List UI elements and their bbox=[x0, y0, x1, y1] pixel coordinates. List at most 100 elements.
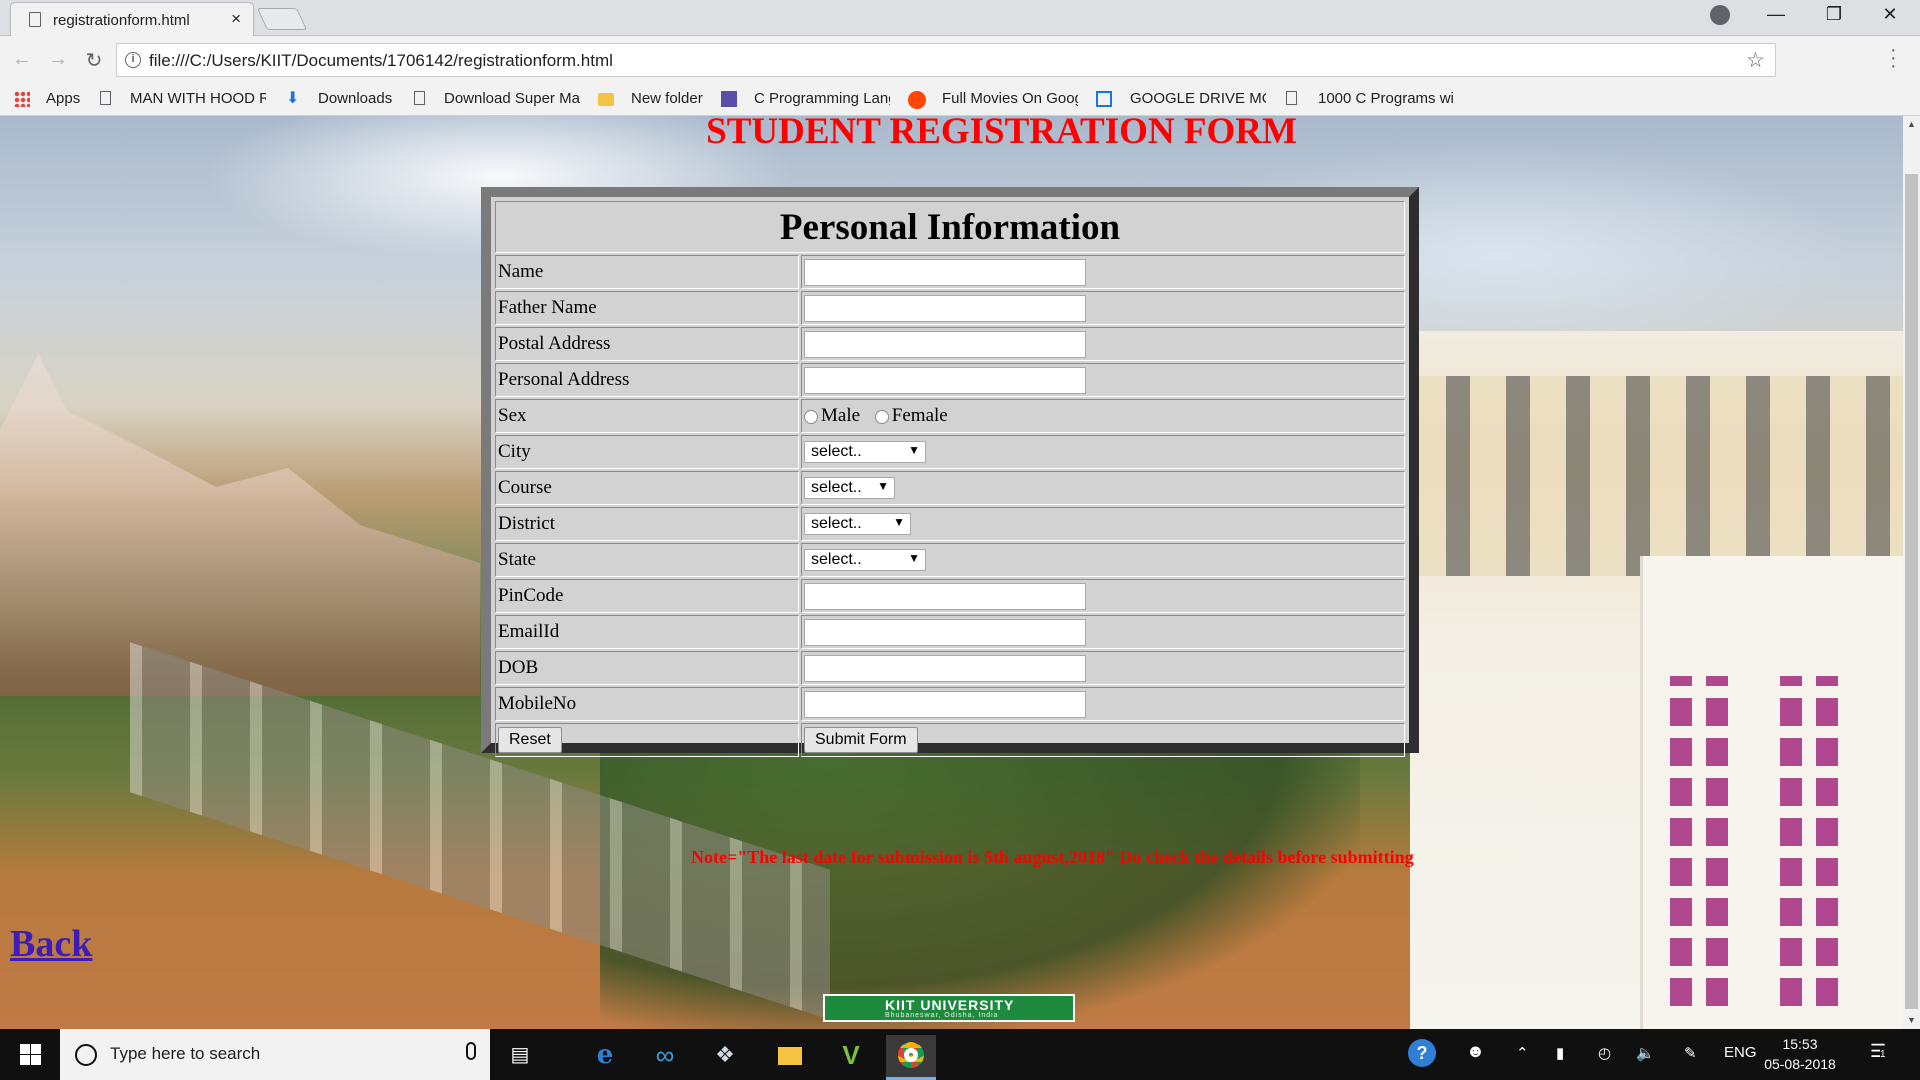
bookmark-full-movies[interactable]: Full Movies On Goog bbox=[942, 90, 1078, 107]
submission-note: Note="The last date for submission is 5t… bbox=[691, 847, 1414, 867]
back-arrow-icon[interactable]: ← bbox=[8, 48, 36, 71]
form-table: Personal Information Name Father Name Po… bbox=[493, 199, 1407, 759]
sex-male-label: Male bbox=[821, 405, 861, 426]
sex-female-label: Female bbox=[891, 405, 948, 426]
dropdown-arrow-icon: ▼ bbox=[877, 479, 889, 494]
task-view-icon[interactable]: ▤ bbox=[495, 1035, 545, 1080]
district-select-value: select.. bbox=[811, 515, 862, 533]
bookmark-download-super-mario[interactable]: Download Super Ma bbox=[444, 90, 580, 107]
form-row-state: State select.. ▼ bbox=[495, 543, 1405, 577]
minimize-icon[interactable]: — bbox=[1756, 4, 1796, 25]
page-title: STUDENT REGISTRATION FORM bbox=[706, 116, 1297, 152]
dob-input[interactable] bbox=[804, 654, 1086, 682]
browser-tab-active[interactable]: registrationform.html × bbox=[10, 2, 254, 36]
dropdown-arrow-icon: ▼ bbox=[908, 551, 920, 566]
dropdown-arrow-icon: ▼ bbox=[908, 443, 920, 458]
window-close-icon[interactable]: ✕ bbox=[1870, 4, 1910, 25]
microphone-icon[interactable] bbox=[466, 1042, 476, 1060]
address-url[interactable]: file:///C:/Users/KIIT/Documents/1706142/… bbox=[149, 51, 613, 71]
field-label: Sex bbox=[495, 399, 799, 433]
sex-female-radio[interactable] bbox=[874, 409, 889, 424]
field-label: Father Name bbox=[495, 291, 799, 325]
personal-address-input[interactable] bbox=[804, 366, 1086, 394]
folder-icon bbox=[598, 93, 614, 106]
field-label: Course bbox=[495, 471, 799, 505]
form-row-sex: Sex Male Female bbox=[495, 399, 1405, 433]
address-toolbar: ← → ↻ i file:///C:/Users/KIIT/Documents/… bbox=[0, 36, 1920, 84]
bookmark-apps[interactable]: Apps bbox=[46, 90, 80, 107]
background-temple bbox=[0, 354, 480, 696]
bookmark-google-drive-movies[interactable]: GOOGLE DRIVE MOV bbox=[1130, 90, 1266, 107]
bookmark-c-programming[interactable]: C Programming Lang bbox=[754, 90, 890, 107]
reload-icon[interactable]: ↻ bbox=[80, 48, 108, 73]
bookmark-star-icon[interactable]: ☆ bbox=[1746, 48, 1765, 73]
name-input[interactable] bbox=[804, 258, 1086, 286]
back-link[interactable]: Back bbox=[10, 922, 92, 966]
taskbar-clock[interactable]: 15:53 05-08-2018 bbox=[1760, 1034, 1840, 1074]
mobile-input[interactable] bbox=[804, 690, 1086, 718]
browser-menu-icon[interactable]: · · · bbox=[1890, 40, 1897, 76]
vim-icon[interactable]: V bbox=[826, 1035, 876, 1080]
bookmark-1000-c-programs[interactable]: 1000 C Programs wit bbox=[1318, 90, 1454, 107]
city-select-value: select.. bbox=[811, 443, 862, 461]
field-label: PinCode bbox=[495, 579, 799, 613]
wifi-icon[interactable]: ◴ bbox=[1598, 1044, 1611, 1062]
city-select[interactable]: select.. ▼ bbox=[804, 441, 926, 464]
chrome-icon[interactable] bbox=[886, 1035, 936, 1080]
field-label: District bbox=[495, 507, 799, 541]
language-indicator[interactable]: ENG bbox=[1724, 1044, 1757, 1061]
drive-window-icon bbox=[1096, 91, 1112, 107]
district-select[interactable]: select.. ▼ bbox=[804, 513, 911, 536]
page-scrollbar[interactable]: ▲ ▼ bbox=[1903, 116, 1920, 1029]
form-row-dob: DOB bbox=[495, 651, 1405, 685]
notification-count: 1 bbox=[1880, 1049, 1886, 1060]
infinity-app-icon[interactable]: ∞ bbox=[640, 1035, 690, 1080]
address-bar[interactable]: i file:///C:/Users/KIIT/Documents/170614… bbox=[116, 43, 1776, 77]
help-icon[interactable]: ? bbox=[1408, 1039, 1436, 1067]
field-label: DOB bbox=[495, 651, 799, 685]
tab-close-icon[interactable]: × bbox=[231, 9, 241, 29]
field-label: Name bbox=[495, 255, 799, 289]
page-icon bbox=[100, 91, 111, 105]
scroll-down-icon[interactable]: ▼ bbox=[1903, 1012, 1920, 1029]
taskbar-search[interactable]: Type here to search bbox=[60, 1029, 490, 1080]
site-info-icon[interactable]: i bbox=[125, 52, 141, 68]
battery-icon[interactable]: ▮ bbox=[1556, 1044, 1564, 1062]
background-campus-windows bbox=[1410, 376, 1903, 576]
state-select[interactable]: select.. ▼ bbox=[804, 549, 926, 572]
file-explorer-icon[interactable] bbox=[765, 1035, 815, 1080]
restore-icon[interactable]: ❐ bbox=[1814, 4, 1854, 25]
bookmark-man-with-hood[interactable]: MAN WITH HOOD R bbox=[130, 90, 266, 107]
form-row-email: EmailId bbox=[495, 615, 1405, 649]
browser-tabstrip: registrationform.html × — ❐ ✕ bbox=[0, 0, 1920, 36]
dropbox-icon[interactable]: ❖ bbox=[700, 1035, 750, 1080]
father-name-input[interactable] bbox=[804, 294, 1086, 322]
sex-male-radio[interactable] bbox=[804, 409, 818, 424]
postal-address-input[interactable] bbox=[804, 330, 1086, 358]
new-tab-button[interactable] bbox=[256, 8, 308, 30]
show-hidden-icons-icon[interactable]: ⌃ bbox=[1516, 1044, 1529, 1062]
pincode-input[interactable] bbox=[804, 582, 1086, 610]
volume-icon[interactable]: 🔈 bbox=[1636, 1044, 1655, 1062]
people-icon[interactable]: ☻ bbox=[1466, 1041, 1485, 1062]
field-label: State bbox=[495, 543, 799, 577]
dropdown-arrow-icon: ▼ bbox=[893, 515, 905, 530]
edge-icon[interactable]: e bbox=[580, 1035, 630, 1080]
form-section-title: Personal Information bbox=[495, 201, 1405, 253]
scroll-up-icon[interactable]: ▲ bbox=[1903, 116, 1920, 133]
bookmark-new-folder[interactable]: New folder bbox=[631, 90, 703, 107]
scroll-thumb[interactable] bbox=[1905, 174, 1918, 1009]
windows-start-icon[interactable] bbox=[0, 1029, 60, 1080]
submit-button[interactable]: Submit Form bbox=[804, 727, 918, 753]
pen-icon[interactable]: ✎ bbox=[1684, 1044, 1697, 1062]
download-icon: ⬇ bbox=[286, 90, 300, 107]
notification-center-icon[interactable]: ☰ 1 bbox=[1870, 1041, 1886, 1062]
reset-button[interactable]: Reset bbox=[498, 727, 562, 753]
account-icon[interactable] bbox=[1710, 5, 1730, 25]
form-row-city: City select.. ▼ bbox=[495, 435, 1405, 469]
course-select[interactable]: select.. ▼ bbox=[804, 477, 895, 500]
forward-arrow-icon[interactable]: → bbox=[44, 48, 72, 71]
email-input[interactable] bbox=[804, 618, 1086, 646]
bookmark-downloads[interactable]: Downloads bbox=[318, 90, 392, 107]
form-row-district: District select.. ▼ bbox=[495, 507, 1405, 541]
